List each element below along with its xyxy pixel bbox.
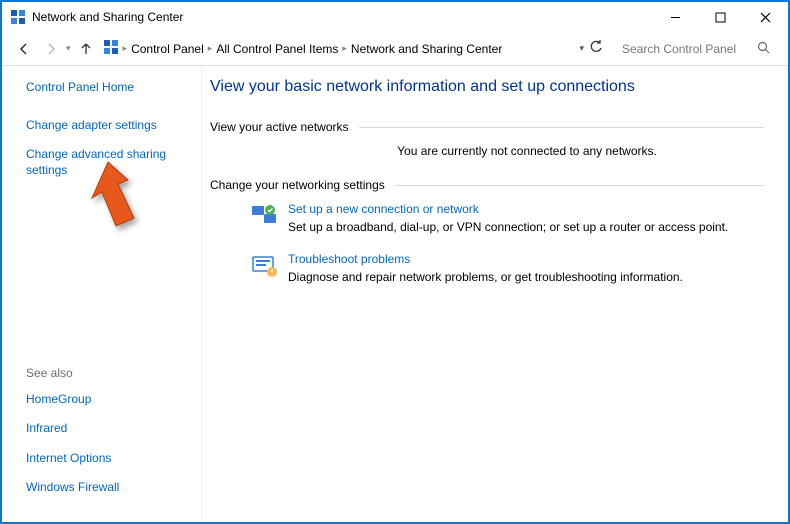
sidebar-item-homegroup[interactable]: HomeGroup (26, 392, 189, 408)
option-desc: Set up a broadband, dial-up, or VPN conn… (288, 220, 728, 234)
chevron-right-icon: ▸ (342, 43, 347, 54)
annotation-pointer (72, 160, 136, 235)
breadcrumb-item[interactable]: Control Panel (131, 42, 204, 56)
connection-icon (250, 202, 278, 230)
breadcrumb-item[interactable]: Network and Sharing Center (351, 42, 502, 56)
nav-bar: ▾ ▸ Control Panel ▸ All Control Panel It… (2, 32, 788, 66)
sidebar: Control Panel Home Change adapter settin… (2, 66, 202, 522)
sidebar-item-adapter[interactable]: Change adapter settings (26, 118, 189, 134)
chevron-right-icon: ▸ (123, 43, 128, 54)
divider (359, 127, 764, 128)
sidebar-item-infrared[interactable]: Infrared (26, 421, 189, 437)
window-frame: Network and Sharing Center ▾ ▸ Control P… (0, 0, 790, 524)
search-icon (757, 41, 770, 57)
sidebar-item-firewall[interactable]: Windows Firewall (26, 480, 189, 496)
search-input[interactable] (622, 42, 752, 56)
title-bar: Network and Sharing Center (2, 2, 788, 32)
section-title: Change your networking settings (210, 178, 385, 192)
app-icon (10, 9, 26, 25)
see-also-title: See also (26, 366, 189, 380)
see-also-section: See also HomeGroup Infrared Internet Opt… (26, 366, 189, 510)
main-content: View your basic network information and … (202, 66, 788, 522)
option-new-connection: Set up a new connection or network Set u… (210, 202, 764, 234)
close-button[interactable] (743, 2, 788, 32)
search-box[interactable] (616, 37, 776, 61)
active-networks-section: View your active networks You are curren… (210, 120, 764, 158)
sidebar-item-internet[interactable]: Internet Options (26, 451, 189, 467)
forward-button[interactable] (39, 37, 63, 61)
history-dropdown[interactable]: ▾ (66, 43, 71, 54)
active-status: You are currently not connected to any n… (210, 134, 764, 158)
change-settings-section: Change your networking settings Set up a… (210, 178, 764, 284)
option-troubleshoot: Troubleshoot problems Diagnose and repai… (210, 252, 764, 284)
breadcrumb-icon (103, 39, 119, 58)
troubleshoot-icon (250, 252, 278, 280)
option-desc: Diagnose and repair network problems, or… (288, 270, 683, 284)
refresh-button[interactable] (588, 39, 604, 58)
back-button[interactable] (12, 37, 36, 61)
minimize-button[interactable] (653, 2, 698, 32)
divider (395, 185, 764, 186)
section-title: View your active networks (210, 120, 349, 134)
breadcrumb-item[interactable]: All Control Panel Items (216, 42, 338, 56)
option-link[interactable]: Set up a new connection or network (288, 202, 728, 216)
address-dropdown[interactable]: ▾ (579, 43, 584, 54)
maximize-button[interactable] (698, 2, 743, 32)
sidebar-item-home[interactable]: Control Panel Home (26, 80, 189, 96)
breadcrumb[interactable]: ▸ Control Panel ▸ All Control Panel Item… (101, 39, 577, 58)
option-link[interactable]: Troubleshoot problems (288, 252, 683, 266)
up-button[interactable] (74, 37, 98, 61)
window-title: Network and Sharing Center (32, 10, 653, 24)
chevron-right-icon: ▸ (208, 43, 213, 54)
page-heading: View your basic network information and … (210, 78, 764, 96)
